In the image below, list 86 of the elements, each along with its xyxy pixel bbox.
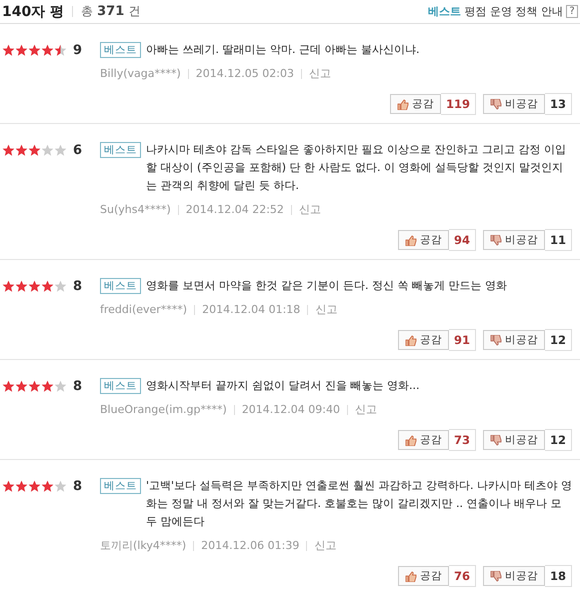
total-unit: 건 [128, 3, 140, 20]
star-icon [15, 480, 28, 493]
author-name: freddi(ever****) [100, 303, 188, 316]
star-icon [15, 280, 28, 293]
rating-score: 8 [73, 380, 82, 394]
dislike-button[interactable]: 비공감 [482, 94, 545, 114]
total-label: 총 [81, 3, 94, 20]
review-text: '고백'보다 설득력은 부족하지만 연출로썬 훨씬 과감하고 강력하다. 나카시마 테츠야 영화는 정말 내 정서와 잘 맞는거같다. 호불호는 많이 갈리겠지만 .. 연출이나 배우나 모두 맘에든다 [146, 478, 572, 530]
star-icon [54, 480, 67, 493]
like-button[interactable]: 공감 [398, 566, 449, 586]
total-count: 371 [97, 4, 124, 19]
thumbs-up-icon [404, 434, 417, 446]
review-date: 2014.12.04 09:40 [242, 403, 340, 416]
star-icon [15, 380, 28, 393]
author-name: Su(yhs4****) [100, 203, 171, 216]
like-count: 73 [448, 429, 476, 451]
best-badge: 베스트 [100, 378, 141, 394]
star-icon [41, 480, 54, 493]
star-icon [15, 44, 28, 57]
thumbs-up-icon [404, 570, 417, 582]
thumbs-down-icon [490, 334, 502, 346]
dislike-count: 13 [544, 93, 572, 115]
dislike-button[interactable]: 비공감 [482, 430, 545, 450]
dislike-count: 18 [544, 565, 572, 587]
like-count: 91 [448, 329, 476, 351]
help-button[interactable]: ? [566, 5, 578, 18]
thumbs-up-icon [404, 234, 417, 246]
review-date: 2014.12.05 02:03 [196, 67, 294, 80]
star-icon [28, 480, 41, 493]
like-button[interactable]: 공감 [398, 430, 449, 450]
review-date: 2014.12.04 22:52 [186, 203, 284, 216]
star-icon [54, 44, 67, 57]
review-text: 영화를 보면서 마약을 한것 같은 기분이 든다. 정신 쏙 빼놓게 만드는 영화 [146, 278, 508, 294]
thumbs-down-icon [490, 234, 502, 246]
like-count: 119 [440, 93, 476, 115]
author-name: 토끼리(lky4****) [100, 538, 186, 553]
rating-score: 8 [73, 480, 82, 494]
star-icon [54, 280, 67, 293]
thumbs-up-icon [396, 98, 409, 110]
star-icon [41, 144, 54, 157]
thumbs-up-icon [404, 334, 417, 346]
section-title: 140자 평 [2, 2, 64, 20]
star-icon [41, 280, 54, 293]
dislike-count: 11 [544, 229, 572, 251]
star-icon [2, 144, 15, 157]
review-text: 아빠는 쓰레기. 딸래미는 악마. 근데 아빠는 불사신이냐. [146, 42, 420, 58]
star-icon [41, 44, 54, 57]
dislike-count: 12 [544, 329, 572, 351]
author-name: BlueOrange(im.gp****) [100, 403, 227, 416]
best-badge: 베스트 [100, 478, 141, 494]
star-icon [54, 144, 67, 157]
dislike-button[interactable]: 비공감 [482, 230, 545, 250]
like-count: 76 [448, 565, 476, 587]
dislike-count: 12 [544, 429, 572, 451]
star-icon [28, 280, 41, 293]
review-date: 2014.12.04 01:18 [202, 303, 300, 316]
review-date: 2014.12.06 01:39 [201, 539, 300, 552]
rating-score: 6 [73, 144, 82, 158]
like-count: 94 [448, 229, 476, 251]
rating-score: 8 [73, 280, 82, 294]
best-badge: 베스트 [100, 142, 141, 158]
star-icon [28, 144, 41, 157]
author-name: Billy(vaga****) [100, 67, 181, 80]
star-icon [2, 480, 15, 493]
thumbs-down-icon [490, 434, 502, 446]
like-button[interactable]: 공감 [390, 94, 441, 114]
best-badge: 베스트 [100, 42, 141, 58]
rating-score: 9 [73, 44, 82, 58]
policy-link[interactable]: 베스트 평점 운영 정책 안내 [428, 4, 563, 19]
star-icon [28, 44, 41, 57]
star-icon [2, 44, 15, 57]
like-button[interactable]: 공감 [398, 230, 449, 250]
thumbs-down-icon [490, 98, 502, 110]
best-badge: 베스트 [100, 278, 141, 294]
thumbs-down-icon [490, 570, 502, 582]
star-icon [41, 380, 54, 393]
star-icon [54, 380, 67, 393]
dislike-button[interactable]: 비공감 [482, 330, 545, 350]
star-icon [15, 144, 28, 157]
star-icon [2, 380, 15, 393]
dislike-button[interactable]: 비공감 [482, 566, 545, 586]
review-text: 영화시작부터 끝까지 쉼없이 달려서 진을 빼놓는 영화... [146, 378, 420, 394]
review-text: 나카시마 테츠야 감독 스타일은 좋아하지만 필요 이상으로 잔인하고 그리고 감정 이입할 대상이 (주인공을 포함해) 단 한 사람도 없다. 이 영화에 설득당할 것인지 말것인지는 관객의 취향에 달린 듯 하다. [146, 142, 567, 194]
like-button[interactable]: 공감 [398, 330, 449, 350]
star-icon [2, 280, 15, 293]
star-icon [28, 380, 41, 393]
